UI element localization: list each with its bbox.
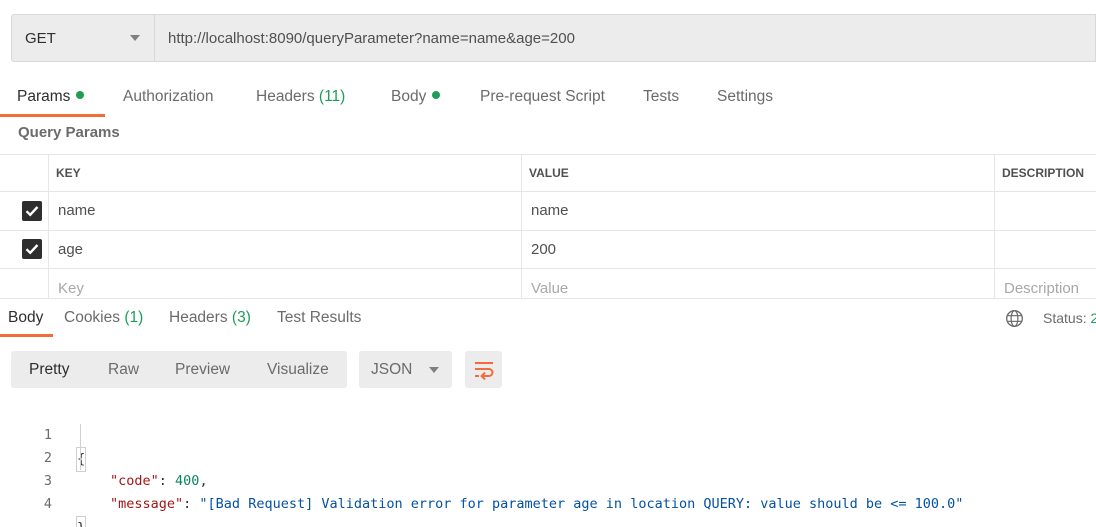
- method-label: GET: [25, 29, 56, 47]
- json-key: "message": [110, 496, 184, 512]
- tab-label: Test Results: [277, 309, 362, 326]
- param-key-cell[interactable]: name: [48, 192, 521, 230]
- code-line: 3 "message": "[Bad Request] Validation e…: [0, 447, 1096, 512]
- wrap-lines-icon: [474, 361, 493, 380]
- status-value: 2: [1090, 310, 1096, 326]
- format-label: JSON: [371, 360, 413, 378]
- globe-icon[interactable]: [1005, 309, 1024, 328]
- params-indicator-dot: [76, 91, 85, 99]
- header-check-cell: [0, 155, 48, 191]
- new-param-row: Key Value Description: [0, 269, 1096, 299]
- tab-label: Authorization: [123, 88, 214, 105]
- json-separator: :: [183, 496, 200, 512]
- view-visualize-button[interactable]: Visualize: [267, 351, 329, 388]
- param-description-cell[interactable]: [994, 230, 1096, 268]
- response-headers-count: (3): [231, 309, 251, 326]
- tab-label: Pre-request Script: [480, 88, 605, 105]
- view-pretty-button[interactable]: Pretty: [29, 351, 69, 388]
- tab-settings[interactable]: Settings: [717, 82, 773, 112]
- tab-authorization[interactable]: Authorization: [123, 82, 213, 112]
- tab-label: Tests: [643, 88, 680, 105]
- headers-count: (11): [318, 88, 346, 105]
- empty-check-cell: [0, 269, 48, 298]
- row-checkbox[interactable]: [22, 200, 42, 221]
- code-line: 1 {: [0, 401, 1096, 472]
- tab-test-results[interactable]: Test Results: [277, 303, 361, 333]
- status-label: Status:: [1043, 310, 1087, 326]
- check-icon: [25, 205, 39, 217]
- tab-response-headers[interactable]: Headers (3): [169, 303, 251, 333]
- view-raw-button[interactable]: Raw: [108, 351, 139, 388]
- indent-guide: [80, 424, 81, 470]
- chevron-down-icon: [130, 35, 140, 41]
- tab-label: Headers: [256, 88, 315, 105]
- tab-pre-request-script[interactable]: Pre-request Script: [480, 82, 605, 112]
- tab-headers[interactable]: Headers (11): [256, 82, 345, 112]
- row-checkbox[interactable]: [22, 239, 42, 260]
- wrap-lines-button[interactable]: [465, 351, 502, 388]
- code-line: 2 "code": 400,: [0, 424, 1096, 489]
- query-params-title: Query Params: [18, 124, 120, 141]
- format-select[interactable]: JSON: [359, 351, 452, 388]
- url-text: http://localhost:8090/queryParameter?nam…: [168, 29, 575, 47]
- line-number: 4: [43, 496, 52, 512]
- query-params-table: KEY VALUE DESCRIPTION name name age 200 …: [0, 154, 1096, 299]
- column-header-value: VALUE: [521, 155, 994, 191]
- view-preview-button[interactable]: Preview: [175, 351, 230, 388]
- response-status: Status: 2: [1043, 303, 1096, 333]
- tab-label: Params: [17, 88, 71, 105]
- tab-label: Body: [8, 309, 44, 326]
- table-row: age 200: [0, 230, 1096, 269]
- tab-params[interactable]: Params: [17, 82, 85, 112]
- param-value-cell[interactable]: name: [521, 192, 994, 230]
- tab-response-body[interactable]: Body: [8, 303, 43, 333]
- column-header-key: KEY: [48, 155, 521, 191]
- response-tabs: Body Cookies (1) Headers (3) Test Result…: [0, 303, 1096, 339]
- param-key-cell[interactable]: age: [48, 230, 521, 268]
- view-mode-group: Pretty Raw Preview Visualize: [11, 351, 347, 388]
- check-icon: [25, 244, 39, 255]
- param-description-cell[interactable]: [994, 192, 1096, 230]
- column-header-description: DESCRIPTION: [994, 155, 1096, 191]
- active-response-tab-underline: [0, 334, 53, 337]
- json-string-value: "[Bad Request] Validation error for para…: [199, 496, 964, 512]
- tab-label: Cookies: [64, 309, 120, 326]
- new-key-input[interactable]: Key: [48, 269, 521, 298]
- tab-label: Body: [391, 88, 427, 105]
- active-tab-underline: [0, 114, 105, 117]
- row-checkbox-cell: [0, 231, 48, 269]
- tab-cookies[interactable]: Cookies (1): [64, 303, 143, 333]
- request-url-bar: GET http://localhost:8090/queryParameter…: [11, 14, 1096, 62]
- url-input[interactable]: http://localhost:8090/queryParameter?nam…: [154, 14, 1096, 62]
- tab-tests[interactable]: Tests: [643, 82, 679, 112]
- param-value-cell[interactable]: 200: [521, 230, 994, 268]
- chevron-down-icon: [429, 366, 440, 373]
- method-select[interactable]: GET: [11, 14, 154, 62]
- table-row: name name: [0, 192, 1096, 231]
- tab-body[interactable]: Body: [391, 82, 441, 112]
- body-indicator-dot: [432, 91, 441, 99]
- new-description-input[interactable]: Description: [994, 269, 1096, 298]
- response-body-code: 1 { 2 "code": 400, 3 "message": "[Bad Re…: [0, 401, 1096, 527]
- cookies-count: (1): [124, 309, 144, 326]
- table-header-row: KEY VALUE DESCRIPTION: [0, 154, 1096, 192]
- tab-label: Headers: [169, 309, 228, 326]
- tab-label: Settings: [717, 88, 774, 105]
- code-line: 4 }: [0, 470, 1096, 527]
- code-content: "message": "[Bad Request] Validation err…: [110, 493, 963, 516]
- row-checkbox-cell: [0, 192, 48, 230]
- new-value-input[interactable]: Value: [521, 269, 994, 298]
- request-tabs: Params Authorization Headers (11) Body P…: [0, 82, 1096, 118]
- close-brace: }: [76, 516, 87, 527]
